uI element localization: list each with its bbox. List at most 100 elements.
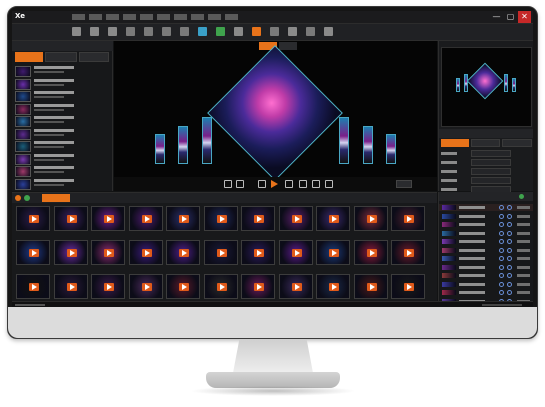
clip-thumbnail[interactable] (91, 206, 125, 231)
record-icon[interactable] (15, 195, 21, 201)
properties-tab-1[interactable] (441, 139, 469, 147)
link-icon[interactable] (499, 281, 504, 287)
clip-thumbnail[interactable] (391, 206, 425, 231)
properties-tab-3[interactable] (502, 139, 532, 147)
clip-thumbnail[interactable] (278, 206, 313, 231)
menu-item-5[interactable] (140, 14, 153, 20)
light-bar-4[interactable] (339, 117, 349, 164)
minimize-button[interactable]: — (490, 11, 503, 23)
clip-thumbnail[interactable] (166, 240, 200, 265)
clip-thumbnail[interactable] (91, 240, 125, 265)
clip-thumbnail[interactable] (353, 240, 388, 265)
layer-row[interactable] (439, 213, 533, 220)
preview-stage[interactable] (114, 41, 437, 191)
link-icon[interactable] (499, 205, 504, 210)
clip-thumbnail[interactable] (203, 240, 238, 265)
layer-row[interactable] (439, 255, 533, 262)
layer-row[interactable] (439, 281, 533, 288)
visibility-icon[interactable] (507, 230, 512, 236)
link-icon[interactable] (499, 213, 504, 219)
clip-thumbnail[interactable] (166, 206, 200, 231)
settings-icon[interactable] (252, 27, 261, 36)
sidebar-item[interactable] (15, 66, 110, 78)
link-icon[interactable] (499, 247, 504, 253)
fullscreen-icon[interactable] (324, 27, 333, 36)
export-icon[interactable] (144, 27, 153, 36)
redo-icon[interactable] (180, 27, 189, 36)
clip-thumbnail[interactable] (16, 274, 50, 299)
clip-thumbnail[interactable] (203, 206, 238, 231)
clip-thumbnail[interactable] (241, 206, 275, 231)
visibility-icon[interactable] (507, 213, 512, 219)
sidebar-item[interactable] (15, 103, 110, 116)
visibility-icon[interactable] (507, 239, 512, 244)
next-icon[interactable] (236, 180, 244, 188)
clip-thumbnail[interactable] (16, 240, 50, 265)
clip-thumbnail[interactable] (316, 274, 350, 299)
sidebar-item[interactable] (15, 166, 110, 178)
play-icon[interactable] (271, 180, 278, 188)
new-icon[interactable] (72, 27, 81, 36)
sidebar-item[interactable] (15, 116, 110, 128)
mapping-icon[interactable] (234, 27, 243, 36)
clip-thumbnail[interactable] (391, 274, 425, 299)
layer-row[interactable] (439, 230, 533, 237)
menu-item-8[interactable] (191, 14, 204, 20)
clip-thumbnail[interactable] (316, 206, 350, 231)
layer-row[interactable] (439, 264, 533, 271)
link-icon[interactable] (499, 290, 504, 295)
clip-thumbnail[interactable] (241, 274, 275, 299)
layer-row[interactable] (439, 238, 533, 245)
visibility-icon[interactable] (507, 247, 512, 253)
sidebar-tab-1[interactable] (15, 52, 43, 62)
layer-row[interactable] (439, 272, 533, 279)
clip-thumbnail[interactable] (128, 240, 163, 265)
sidebar-item[interactable] (15, 178, 110, 191)
output-icon[interactable] (288, 27, 297, 36)
visibility-icon[interactable] (507, 273, 512, 278)
visibility-icon[interactable] (507, 205, 512, 210)
visibility-icon[interactable] (507, 281, 512, 287)
sidebar-item[interactable] (15, 78, 110, 91)
menu-item-7[interactable] (174, 14, 187, 20)
visibility-icon[interactable] (507, 222, 512, 227)
sidebar-item[interactable] (15, 128, 110, 141)
visibility-icon[interactable] (507, 290, 512, 295)
light-bar-5[interactable] (363, 126, 373, 164)
property-field[interactable] (471, 177, 511, 184)
light-bar-2[interactable] (178, 126, 188, 164)
import-icon[interactable] (126, 27, 135, 36)
layer-row[interactable] (439, 204, 533, 211)
screen-icon[interactable] (270, 27, 279, 36)
clip-thumbnail[interactable] (16, 206, 50, 231)
clip-thumbnail[interactable] (203, 274, 238, 299)
clip-thumbnail[interactable] (278, 240, 313, 265)
link-icon[interactable] (499, 239, 504, 244)
output-icon[interactable] (312, 180, 320, 188)
menu-item-4[interactable] (123, 14, 136, 20)
property-field[interactable] (471, 168, 511, 175)
clip-thumbnail[interactable] (391, 240, 425, 265)
pause-icon[interactable] (258, 180, 266, 188)
clip-thumbnail[interactable] (128, 274, 163, 299)
layer-row[interactable] (439, 289, 533, 296)
link-icon[interactable] (499, 264, 504, 270)
menu-item-1[interactable] (72, 14, 85, 20)
sidebar-item[interactable] (15, 141, 110, 153)
light-bar-1[interactable] (155, 134, 165, 164)
add-icon[interactable] (24, 195, 30, 201)
sidebar-tab-3[interactable] (79, 52, 109, 62)
link-icon[interactable] (499, 230, 504, 236)
visibility-icon[interactable] (507, 264, 512, 270)
projection-artwork[interactable] (207, 45, 343, 181)
menu-item-3[interactable] (106, 14, 119, 20)
menu-item-9[interactable] (208, 14, 221, 20)
maximize-button[interactable]: ▢ (504, 11, 517, 23)
grid-icon[interactable] (198, 27, 207, 36)
save-icon[interactable] (108, 27, 117, 36)
clip-thumbnail[interactable] (166, 274, 200, 299)
properties-tab-2[interactable] (471, 139, 500, 147)
prev-icon[interactable] (224, 180, 232, 188)
undo-icon[interactable] (162, 27, 171, 36)
clip-thumbnail[interactable] (53, 206, 88, 231)
